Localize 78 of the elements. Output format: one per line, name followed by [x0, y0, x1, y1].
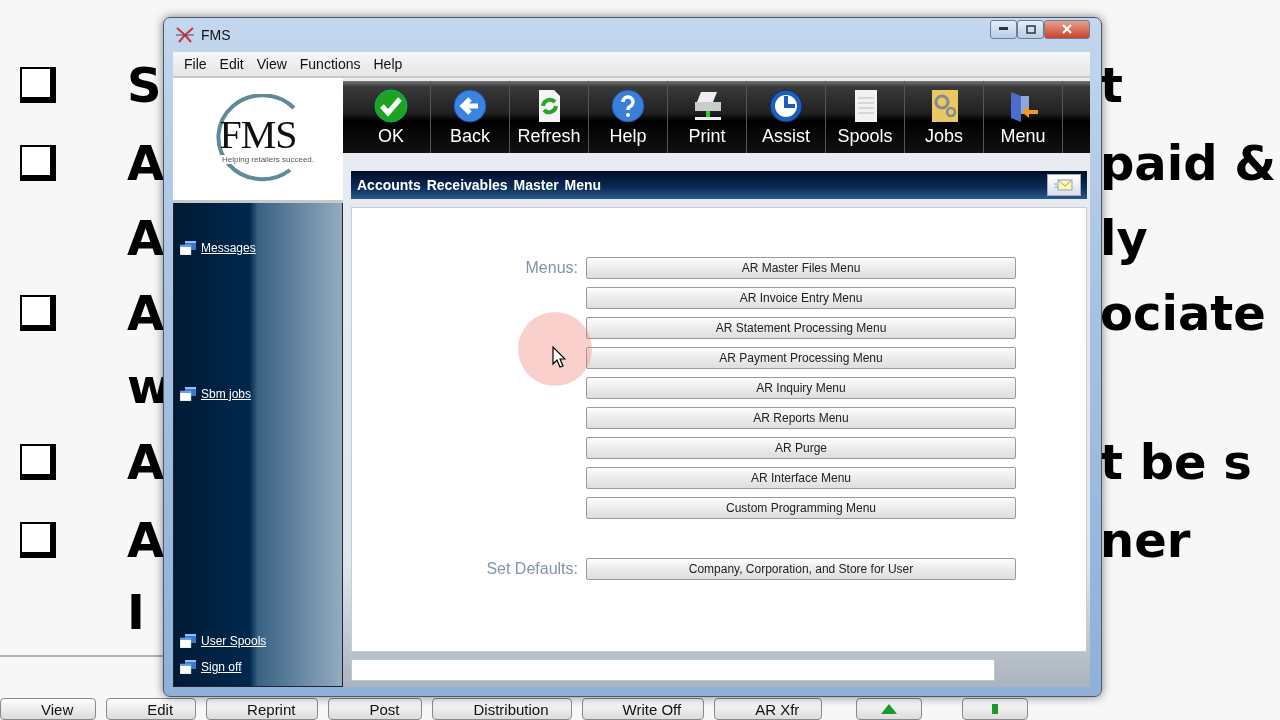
slide-text: A — [127, 213, 165, 262]
sidebar-link[interactable]: Sign off — [201, 660, 242, 674]
toolbar-button[interactable]: Print — [668, 81, 747, 153]
minimize-icon — [999, 27, 1008, 31]
bullet-icon — [20, 144, 56, 181]
sidebar-link[interactable]: Messages — [201, 241, 256, 255]
menu-option-button[interactable]: AR Inquiry Menu — [586, 377, 1016, 399]
menu-item[interactable]: File — [179, 56, 215, 72]
help-icon — [610, 88, 646, 124]
up-arrow-button[interactable] — [856, 698, 923, 720]
menu-option-button[interactable]: AR Master Files Menu — [586, 257, 1016, 279]
check-icon — [373, 88, 409, 124]
taskbar-button[interactable]: View — [0, 698, 97, 720]
toolbar-button[interactable]: Refresh — [510, 81, 589, 153]
close-button[interactable] — [1044, 19, 1090, 39]
app-logo-icon — [175, 26, 195, 44]
window-title: FMS — [201, 27, 232, 43]
bullet-icon — [20, 444, 56, 480]
menu-option-button[interactable]: AR Payment Processing Menu — [586, 347, 1016, 369]
menu-option-button[interactable]: AR Interface Menu — [586, 467, 1016, 489]
menu-option-button[interactable]: AR Statement Processing Menu — [586, 317, 1016, 339]
menu-item[interactable]: Functions — [294, 56, 369, 72]
menu-item[interactable]: View — [251, 56, 295, 72]
toolbar-button[interactable]: Assist — [747, 81, 826, 153]
bullet-icon — [20, 522, 56, 558]
bullet-icon — [20, 67, 56, 103]
close-icon — [1062, 24, 1072, 34]
slide-text: A — [127, 438, 165, 486]
menu-option-button[interactable]: AR Reports Menu — [586, 407, 1016, 429]
menu-option-button[interactable]: Company, Corporation, and Store for User — [586, 558, 1016, 580]
slide-text: I — [127, 587, 145, 636]
section-label: Menus: — [525, 258, 578, 278]
taskbar-button[interactable]: Distribution — [432, 698, 572, 720]
cursor-icon — [552, 346, 566, 368]
bullet-icon — [20, 294, 56, 331]
logo-tagline: Helping retailers succeed. — [221, 154, 316, 164]
toolbar-button[interactable]: Menu — [984, 81, 1063, 153]
envelope-icon — [1054, 178, 1074, 192]
sidebar-link[interactable]: User Spools — [201, 634, 267, 648]
taskbar-button[interactable]: Reprint — [206, 698, 319, 720]
down-arrow-button[interactable] — [962, 698, 1029, 720]
windows-icon — [180, 387, 196, 401]
toolbar-button[interactable]: OK — [352, 81, 431, 153]
mail-button[interactable] — [1047, 174, 1081, 196]
slide-text: ner — [1100, 516, 1191, 564]
slide-text: t — [1100, 61, 1123, 109]
up-arrow-icon — [879, 703, 900, 715]
page-title: Accounts Receivables Master Menu — [357, 177, 602, 193]
menu-item[interactable]: Help — [368, 56, 411, 72]
toolbar-button[interactable]: Spools — [826, 81, 905, 153]
slide-text: A — [127, 516, 165, 564]
taskbar-button[interactable]: Post — [328, 698, 423, 720]
slide-text: S — [127, 61, 162, 109]
section-label: Set Defaults: — [486, 559, 578, 579]
clock-icon — [768, 88, 804, 124]
toolbar-button[interactable]: Jobs — [905, 81, 984, 153]
windows-icon — [180, 634, 196, 648]
slide-text: t be s — [1100, 438, 1252, 486]
taskbar-button[interactable]: AR Xfr — [714, 698, 823, 720]
menu-option-button[interactable]: AR Purge — [586, 437, 1016, 459]
slide-text: ociate — [1100, 288, 1266, 337]
slide-text: A — [127, 288, 165, 337]
toolbar-button[interactable]: Back — [431, 81, 510, 153]
windows-icon — [180, 241, 196, 255]
toolbar-button[interactable]: Help — [589, 81, 668, 153]
sidebar-link[interactable]: Sbm jobs — [201, 387, 252, 401]
arrow-stem-icon — [992, 704, 999, 714]
logo-name: FMS — [219, 114, 297, 155]
slide-text: A — [127, 138, 165, 187]
menu-option-button[interactable]: AR Invoice Entry Menu — [586, 287, 1016, 309]
minimize-button[interactable] — [990, 19, 1017, 39]
menu-item[interactable]: Edit — [214, 56, 252, 72]
maximize-icon — [1025, 24, 1036, 34]
taskbar-button[interactable]: Write Off — [581, 698, 705, 720]
menu-option-button[interactable]: Custom Programming Menu — [586, 497, 1016, 519]
taskbar-button[interactable]: Edit — [106, 698, 197, 720]
windows-icon — [180, 660, 196, 674]
maximize-button[interactable] — [1017, 19, 1044, 39]
